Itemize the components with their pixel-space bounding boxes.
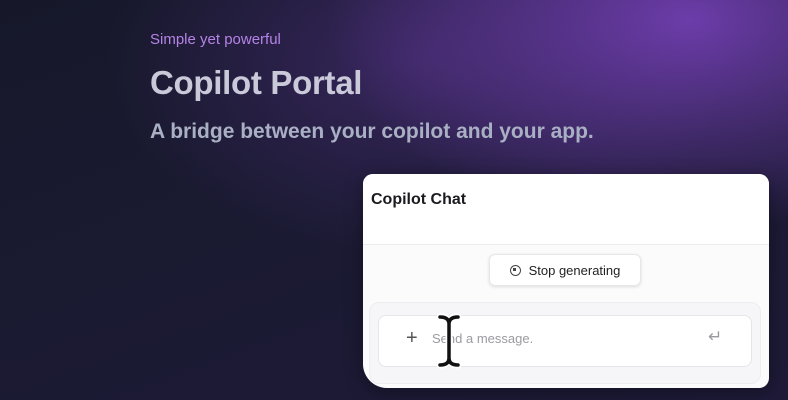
- stop-generating-button[interactable]: Stop generating: [489, 254, 641, 286]
- page-title: Copilot Portal: [150, 64, 363, 101]
- hero-tagline: Simple yet powerful: [150, 31, 281, 48]
- stop-icon: [509, 264, 521, 276]
- text-cursor-icon: [436, 313, 462, 369]
- page-subtitle: A bridge between your copilot and your a…: [150, 120, 594, 143]
- message-input-area: + ↵: [369, 302, 761, 384]
- stop-generating-label: Stop generating: [528, 262, 621, 278]
- message-input[interactable]: [430, 323, 694, 353]
- chat-header: Copilot Chat: [363, 174, 769, 245]
- plus-icon[interactable]: +: [406, 328, 418, 348]
- copilot-chat-window: Copilot Chat Stop generating + ↵: [363, 174, 769, 388]
- return-icon[interactable]: ↵: [708, 327, 722, 347]
- chat-title: Copilot Chat: [371, 191, 467, 208]
